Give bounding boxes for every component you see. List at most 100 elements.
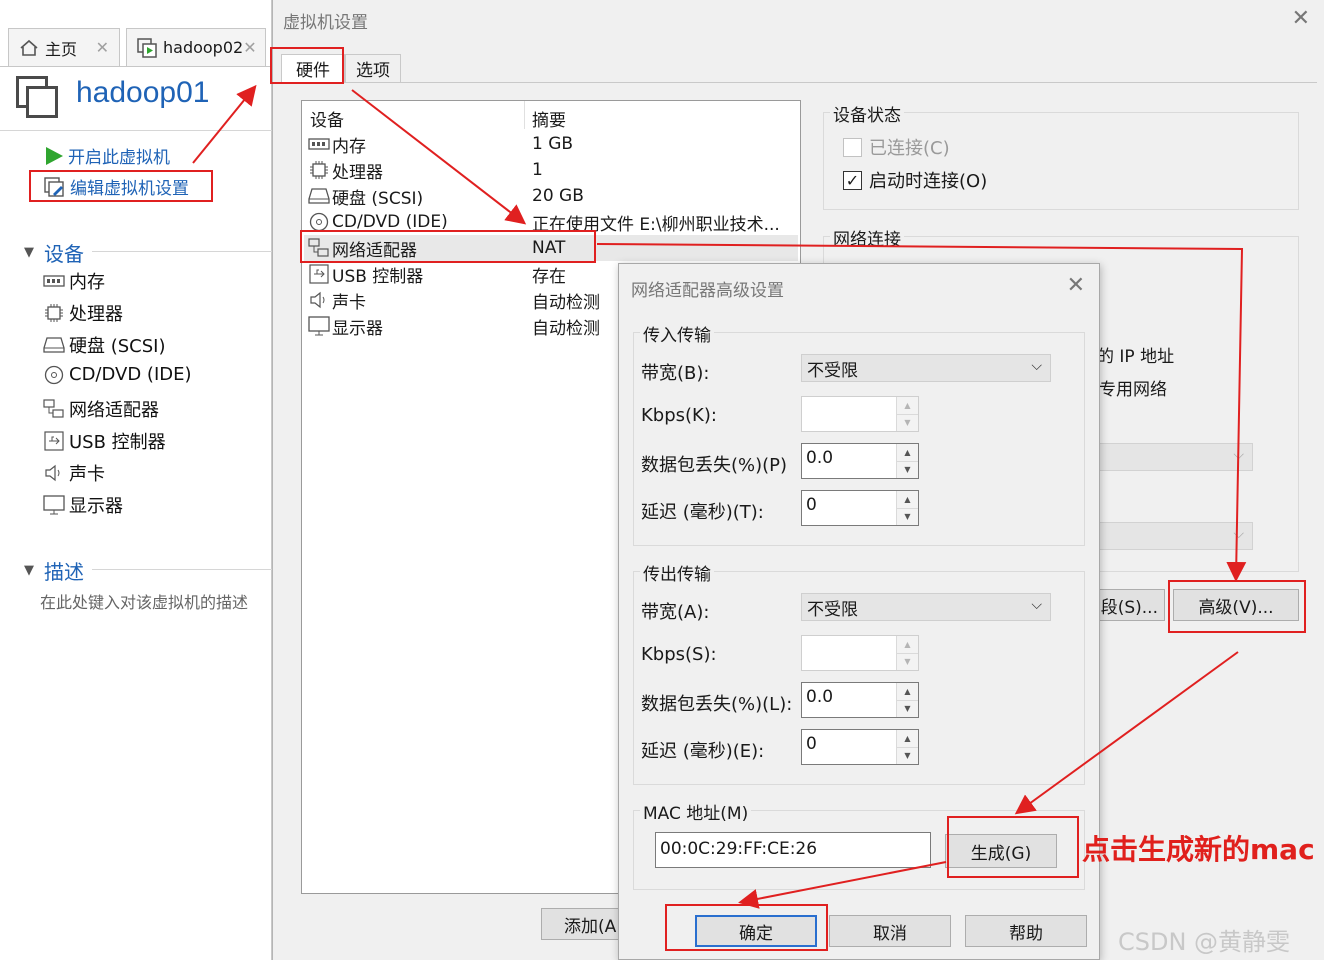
close-icon[interactable]: ✕ [1067, 273, 1085, 298]
description-section-header[interactable]: ▼ 描述 [24, 556, 84, 585]
device-label: USB 控制器 [69, 432, 166, 453]
outgoing-bandwidth-select[interactable]: 不受限 ⌵ [801, 593, 1051, 621]
memory-icon [42, 271, 66, 291]
device-item-network[interactable]: 网络适配器 [42, 396, 159, 422]
connect-at-power-on-checkbox[interactable]: ✓ 启动时连接(O) [843, 167, 987, 193]
highlight-advanced-button [1168, 580, 1306, 633]
highlight-network-adapter [300, 230, 596, 263]
incoming-title: 传入传输 [640, 321, 714, 346]
private-network-fragment[interactable]: 专用网络 [1099, 375, 1167, 400]
hardware-summary: 自动检测 [532, 292, 600, 313]
hardware-summary: 1 [532, 160, 543, 180]
hardware-summary: 自动检测 [532, 318, 600, 339]
spin-up-icon[interactable]: ▲ [897, 491, 918, 509]
device-item-disk[interactable]: 硬盘 (SCSI) [42, 332, 166, 358]
library-pane: 主页 ✕ hadoop02 ✕ hadoop01 开启此虚拟机 编辑虚拟机设置 … [0, 0, 272, 960]
ip-option-fragment[interactable]: 的 IP 地址 [1097, 342, 1174, 367]
hardware-row-cpu[interactable]: 处理器 1 [304, 157, 798, 183]
close-icon[interactable]: ✕ [96, 38, 109, 57]
spin-up-icon[interactable]: ▲ [897, 444, 918, 462]
device-item-cd[interactable]: CD/DVD (IDE) [42, 364, 192, 385]
spin-up-icon[interactable]: ▲ [897, 397, 918, 415]
tab-options-label: 选项 [356, 61, 390, 81]
tab-home-label: 主页 [45, 39, 78, 59]
spin-up-icon[interactable]: ▲ [897, 730, 918, 748]
memory-icon [306, 137, 332, 151]
incoming-kbps-stepper[interactable]: ▲ ▼ [801, 396, 919, 432]
device-item-display[interactable]: 显示器 [42, 492, 123, 518]
device-item-usb[interactable]: USB 控制器 [42, 428, 166, 454]
device-label: 硬盘 (SCSI) [69, 336, 166, 357]
dialog-title: 网络适配器高级设置 [631, 281, 784, 301]
chevron-down-icon: ⌵ [1233, 447, 1244, 463]
speaker-icon [306, 291, 332, 309]
tab-home[interactable]: 主页 ✕ [8, 28, 120, 66]
annotation-callout: 点击生成新的mac [1082, 833, 1315, 866]
hardware-name: 声卡 [332, 292, 366, 313]
close-icon[interactable]: ✕ [1292, 6, 1310, 31]
mac-title: MAC 地址(M) [640, 799, 752, 824]
incoming-bandwidth-value: 不受限 [807, 360, 858, 381]
cd-icon [42, 365, 66, 385]
devices-heading: 设备 [44, 242, 84, 266]
collapse-icon[interactable]: ▼ [24, 563, 34, 578]
lan-segments-button[interactable]: 段(S)... [1099, 589, 1165, 621]
cpu-icon [306, 160, 332, 180]
spin-down-icon[interactable]: ▼ [897, 461, 918, 478]
device-label: CD/DVD (IDE) [69, 364, 192, 385]
hardware-row-disk[interactable]: 硬盘 (SCSI) 20 GB [304, 183, 798, 209]
network-dropdown-2[interactable]: ⌵ [1099, 522, 1253, 550]
spin-down-icon[interactable]: ▼ [897, 747, 918, 764]
outgoing-loss-label: 数据包丢失(%)(L): [641, 694, 793, 715]
connect-at-power-on-label: 启动时连接(O) [869, 171, 988, 192]
description-text[interactable]: 在此处键入对该虚拟机的描述 [40, 589, 248, 613]
incoming-kbps-label: Kbps(K): [641, 405, 717, 426]
highlight-generate-button [947, 816, 1079, 878]
help-button[interactable]: 帮助 [965, 915, 1087, 947]
outgoing-loss-stepper[interactable]: 0.0 ▲ ▼ [801, 682, 919, 718]
device-status-title: 设备状态 [830, 101, 904, 126]
network-dropdown-1[interactable]: ⌵ [1099, 443, 1253, 471]
spin-up-icon[interactable]: ▲ [897, 683, 918, 701]
incoming-latency-stepper[interactable]: 0 ▲ ▼ [801, 490, 919, 526]
spin-down-icon[interactable]: ▼ [897, 414, 918, 431]
cancel-button[interactable]: 取消 [829, 915, 951, 947]
power-on-link[interactable]: 开启此虚拟机 [44, 143, 170, 168]
device-label: 处理器 [69, 304, 123, 325]
hardware-row-memory[interactable]: 内存 1 GB [304, 131, 798, 157]
column-header-summary[interactable]: 摘要 [532, 106, 566, 131]
spin-up-icon[interactable]: ▲ [897, 636, 918, 654]
column-header-device[interactable]: 设备 [310, 106, 344, 131]
outgoing-bandwidth-value: 不受限 [807, 599, 858, 620]
highlight-edit-settings [29, 170, 213, 202]
outgoing-kbps-stepper[interactable]: ▲ ▼ [801, 635, 919, 671]
devices-section-header[interactable]: ▼ 设备 [24, 238, 84, 267]
incoming-loss-value: 0.0 [806, 448, 834, 468]
tab-hadoop02[interactable]: hadoop02 ✕ [126, 28, 266, 66]
outgoing-title: 传出传输 [640, 560, 714, 585]
incoming-bandwidth-select[interactable]: 不受限 ⌵ [801, 354, 1051, 382]
monitor-icon [42, 495, 66, 515]
device-item-cpu[interactable]: 处理器 [42, 300, 123, 326]
outgoing-latency-label: 延迟 (毫秒)(E): [641, 741, 765, 762]
tab-hadoop02-label: hadoop02 [163, 38, 244, 57]
vm-large-icon [16, 76, 60, 120]
close-icon[interactable]: ✕ [243, 38, 256, 57]
highlight-ok-button [665, 904, 828, 951]
spin-down-icon[interactable]: ▼ [897, 653, 918, 670]
connected-checkbox[interactable]: 已连接(C) [843, 134, 950, 160]
mac-address-field[interactable]: 00:0C:29:FF:CE:26 [655, 832, 931, 868]
hardware-name: CD/DVD (IDE) [332, 212, 448, 232]
device-item-sound[interactable]: 声卡 [42, 460, 105, 486]
device-item-memory[interactable]: 内存 [42, 268, 105, 294]
checkbox-box [843, 137, 862, 157]
spin-down-icon[interactable]: ▼ [897, 700, 918, 717]
hardware-name: 处理器 [332, 162, 383, 183]
dialog-title: 虚拟机设置 [283, 13, 368, 33]
vm-icon [137, 37, 157, 58]
collapse-icon[interactable]: ▼ [24, 245, 34, 260]
spin-down-icon[interactable]: ▼ [897, 508, 918, 525]
outgoing-latency-stepper[interactable]: 0 ▲ ▼ [801, 729, 919, 765]
incoming-loss-stepper[interactable]: 0.0 ▲ ▼ [801, 443, 919, 479]
tab-options[interactable]: 选项 [345, 54, 401, 82]
